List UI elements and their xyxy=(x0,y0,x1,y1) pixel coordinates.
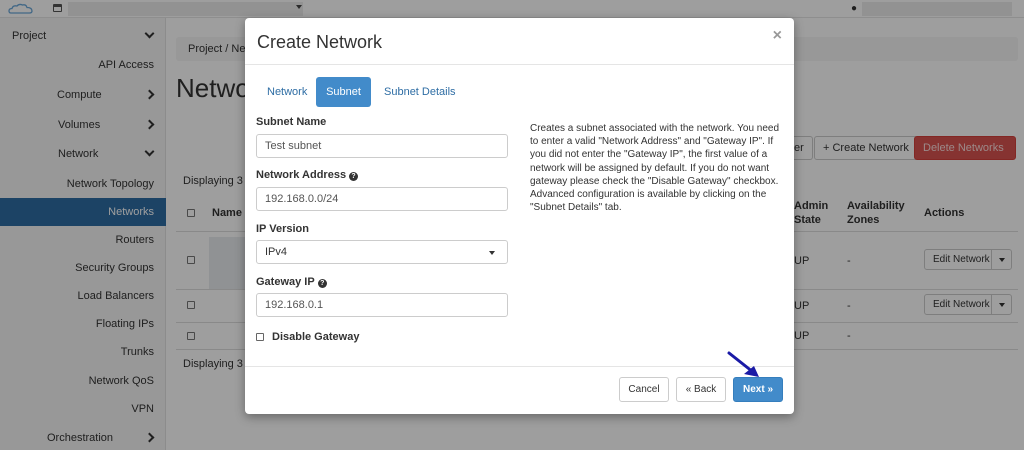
gateway-ip-input[interactable] xyxy=(256,293,508,317)
tab-network[interactable]: Network xyxy=(257,77,317,107)
network-address-input[interactable] xyxy=(256,187,508,211)
chevron-down-icon xyxy=(489,251,495,255)
ip-version-select[interactable]: IPv4 xyxy=(256,240,508,264)
modal-title: Create Network xyxy=(257,32,383,52)
back-button[interactable]: « Back xyxy=(676,377,726,402)
create-network-modal: Create Network × Network Subnet Subnet D… xyxy=(245,18,794,414)
tab-subnet[interactable]: Subnet xyxy=(316,77,371,107)
disable-gateway-checkbox[interactable] xyxy=(256,333,264,341)
cancel-button[interactable]: Cancel xyxy=(619,377,669,402)
gateway-ip-label: Gateway IP? xyxy=(256,276,327,288)
help-icon[interactable]: ? xyxy=(349,172,359,181)
subnet-help-text: Creates a subnet associated with the net… xyxy=(530,123,780,214)
ip-version-label: IP Version xyxy=(256,223,309,235)
annotation-arrow-icon xyxy=(727,351,759,377)
next-button[interactable]: Next » xyxy=(733,377,783,402)
network-address-label: Network Address? xyxy=(256,169,359,181)
close-icon[interactable]: × xyxy=(773,27,782,45)
subnet-name-label: Subnet Name xyxy=(256,116,327,128)
tab-subnet-details[interactable]: Subnet Details xyxy=(374,77,466,107)
help-icon[interactable]: ? xyxy=(317,279,327,288)
subnet-name-input[interactable] xyxy=(256,134,508,158)
